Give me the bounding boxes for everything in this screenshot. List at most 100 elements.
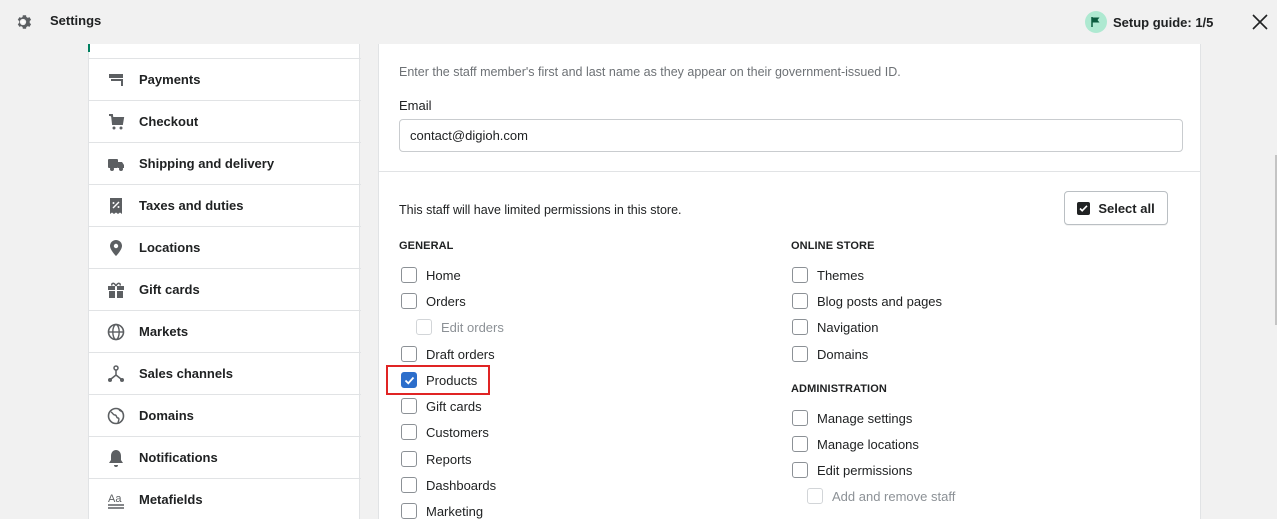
name-hint-text: Enter the staff member's first and last … (399, 65, 901, 79)
checkbox[interactable] (401, 267, 417, 283)
permissions-description: This staff will have limited permissions… (399, 203, 682, 217)
checkbox[interactable] (401, 398, 417, 414)
sidebar-item-taxes[interactable]: Taxes and duties (89, 184, 361, 226)
sidebar-item-label: Checkout (139, 114, 199, 129)
checkbox[interactable] (807, 488, 823, 504)
permission-manage-settings[interactable]: Manage settings (792, 408, 912, 428)
sidebar-item-sales-channels[interactable]: Sales channels (89, 352, 361, 394)
permission-themes[interactable]: Themes (792, 265, 864, 285)
payments-icon (107, 71, 125, 89)
cart-icon (107, 113, 125, 131)
setup-guide-label: Setup guide: 1/5 (1113, 14, 1214, 30)
administration-section-title: ADMINISTRATION (791, 383, 887, 395)
permission-edit-permissions[interactable]: Edit permissions (792, 460, 912, 480)
globe-icon (107, 323, 125, 341)
permission-edit-orders[interactable]: Edit orders (416, 317, 504, 337)
permission-navigation[interactable]: Navigation (792, 317, 878, 337)
section-divider (379, 171, 1200, 172)
permission-marketing[interactable]: Marketing (401, 501, 483, 519)
permission-label: Marketing (426, 503, 484, 519)
receipt-icon (107, 197, 125, 215)
sidebar-item-label: Locations (139, 240, 201, 255)
permission-home[interactable]: Home (401, 265, 461, 285)
gear-icon (17, 15, 32, 29)
permission-label: Navigation (817, 319, 879, 335)
permission-label: Domains (817, 346, 869, 362)
sidebar-item-payments[interactable]: Payments (89, 58, 361, 100)
metafields-icon: Aa (107, 491, 125, 509)
checkbox[interactable] (401, 451, 417, 467)
sidebar-item-notifications[interactable]: Notifications (89, 436, 361, 478)
sidebar-item-label: Sales channels (139, 366, 233, 381)
permission-gift-cards[interactable]: Gift cards (401, 396, 482, 416)
sidebar-item-metafields[interactable]: Aa Metafields (89, 478, 361, 519)
select-all-button[interactable]: Select all (1064, 191, 1168, 225)
sidebar-item-locations[interactable]: Locations (89, 226, 361, 268)
permission-manage-locations[interactable]: Manage locations (792, 434, 919, 454)
permission-label: Edit permissions (817, 462, 913, 478)
permission-label: Customers (426, 424, 489, 440)
checkbox[interactable] (401, 477, 417, 493)
permission-draft-orders[interactable]: Draft orders (401, 344, 495, 364)
permission-orders[interactable]: Orders (401, 291, 466, 311)
gift-icon (107, 281, 125, 299)
checkbox[interactable] (401, 346, 417, 362)
checkbox[interactable] (401, 293, 417, 309)
email-label: Email (399, 98, 432, 113)
permission-add-remove-staff[interactable]: Add and remove staff (807, 486, 955, 506)
general-section-title: GENERAL (399, 240, 454, 252)
permission-dashboards[interactable]: Dashboards (401, 475, 496, 495)
checkbox[interactable] (792, 462, 808, 478)
permission-label: Draft orders (426, 346, 495, 362)
checkbox[interactable] (401, 424, 417, 440)
checkbox[interactable] (401, 503, 417, 519)
svg-text:Aa: Aa (108, 493, 122, 505)
close-icon[interactable] (1250, 12, 1270, 32)
setup-guide-button[interactable]: Setup guide: 1/5 (1085, 10, 1213, 34)
permission-blog-posts[interactable]: Blog posts and pages (792, 291, 942, 311)
sidebar-item-label: Taxes and duties (139, 198, 244, 213)
checkbox[interactable] (792, 293, 808, 309)
sidebar-item-label: Domains (139, 408, 194, 423)
staff-form-card: Enter the staff member's first and last … (378, 44, 1201, 519)
sidebar-item-shipping[interactable]: Shipping and delivery (89, 142, 361, 184)
email-field[interactable] (399, 119, 1183, 152)
settings-sidebar: Payments Checkout Shipping and delivery … (88, 44, 361, 519)
permission-label: Edit orders (441, 319, 504, 335)
scroll-gutter (1201, 44, 1277, 519)
checkbox[interactable] (792, 410, 808, 426)
permission-label: Reports (426, 451, 472, 467)
permission-label: Orders (426, 293, 466, 309)
select-all-label: Select all (1098, 200, 1155, 216)
permission-domains[interactable]: Domains (792, 344, 868, 364)
permission-label: Manage settings (817, 410, 913, 426)
sidebar-item-gift-cards[interactable]: Gift cards (89, 268, 361, 310)
checkbox[interactable] (792, 346, 808, 362)
sidebar-item-label: Payments (139, 72, 201, 87)
permission-label: Home (426, 267, 461, 283)
permission-reports[interactable]: Reports (401, 449, 472, 469)
sidebar-item-label: Metafields (139, 492, 203, 507)
domain-globe-icon (107, 407, 125, 425)
sidebar-item-label: Notifications (139, 450, 218, 465)
permission-label: Add and remove staff (832, 488, 956, 504)
sales-channels-icon (107, 365, 125, 383)
sidebar-item-domains[interactable]: Domains (89, 394, 361, 436)
permission-label: Manage locations (817, 436, 919, 452)
checkbox[interactable] (792, 267, 808, 283)
location-pin-icon (107, 239, 125, 257)
bell-icon (107, 449, 125, 467)
checkbox[interactable] (416, 319, 432, 335)
sidebar-item-markets[interactable]: Markets (89, 310, 361, 352)
products-highlight-box (386, 365, 490, 395)
sidebar-item-checkout[interactable]: Checkout (89, 100, 361, 142)
permission-label: Gift cards (426, 398, 482, 414)
sidebar-item-label: Shipping and delivery (139, 156, 275, 171)
checkbox[interactable] (792, 436, 808, 452)
checkbox[interactable] (792, 319, 808, 335)
page-title: Settings (50, 13, 102, 28)
sidebar-item-label: Gift cards (139, 282, 200, 297)
permission-label: Themes (817, 267, 864, 283)
permission-label: Blog posts and pages (817, 293, 943, 309)
permission-customers[interactable]: Customers (401, 422, 489, 442)
